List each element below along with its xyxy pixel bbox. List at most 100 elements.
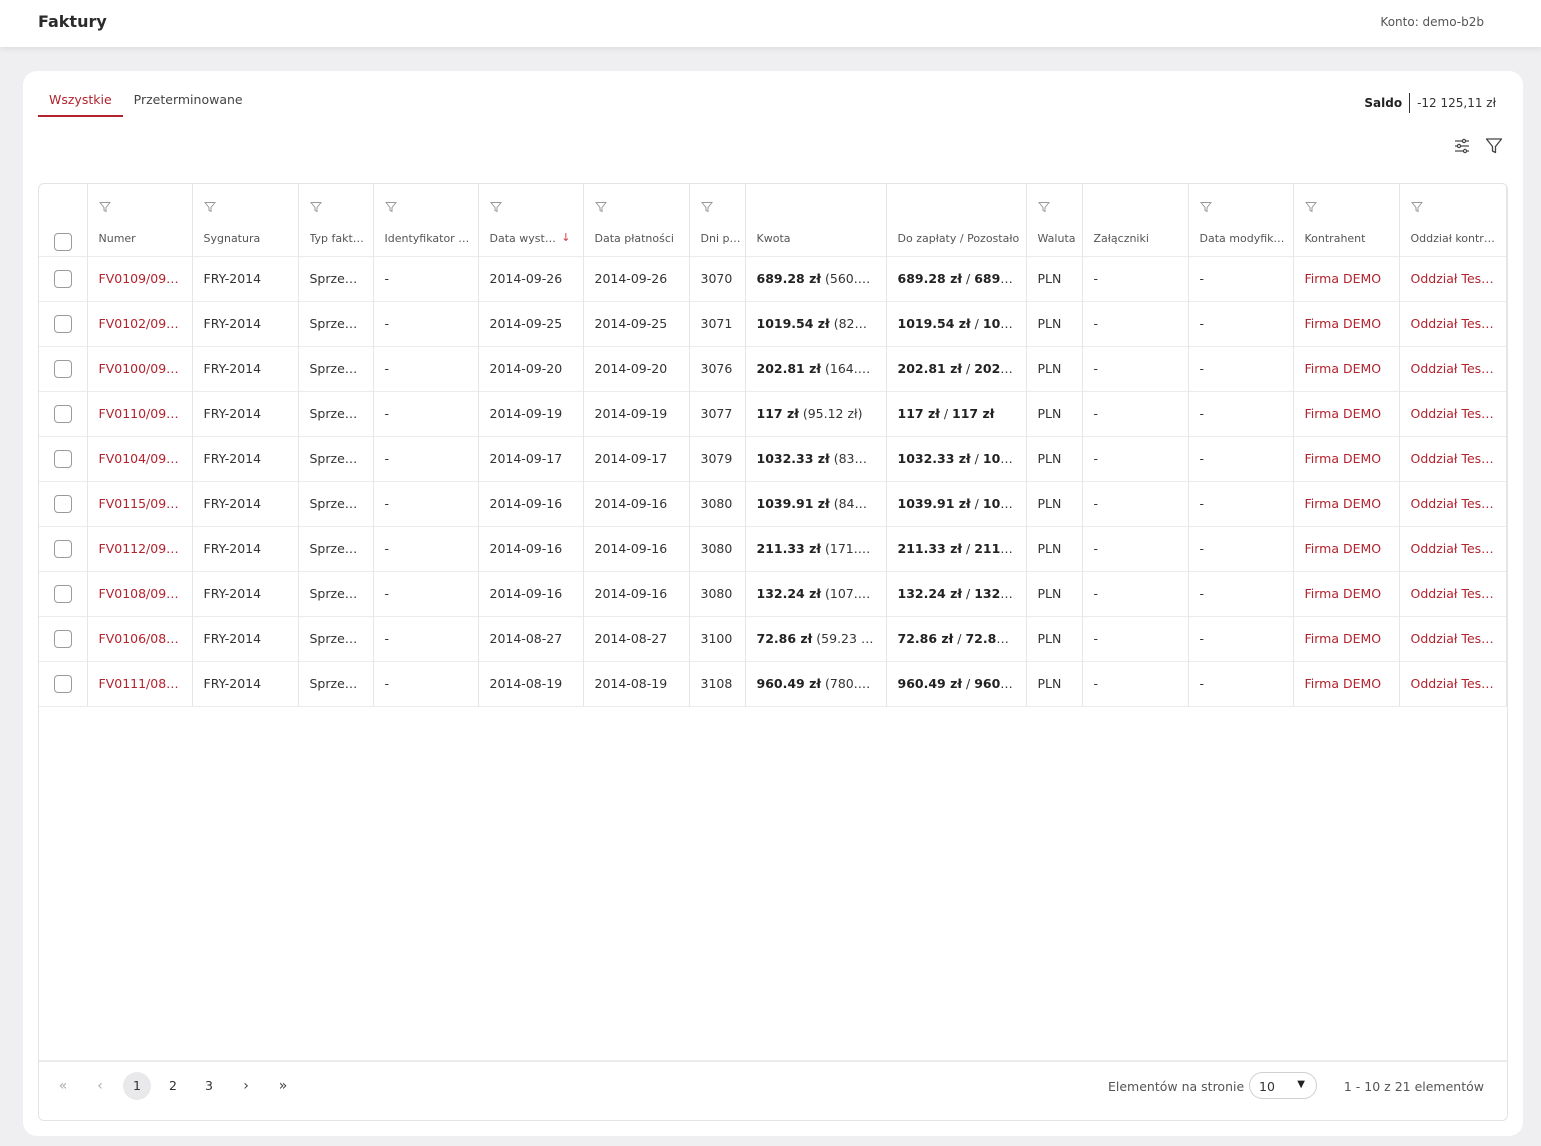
- cell-kontrahent[interactable]: Firma DEMO: [1293, 390, 1400, 436]
- page-2-button[interactable]: 2: [159, 1072, 187, 1100]
- table-row[interactable]: FV0100/09/2014 FRY-2014 Sprzedaż -2014-09-2…: [39, 345, 1507, 391]
- table-row[interactable]: FV0104/09/2014 FRY-2014 Sprzedaż -2014-09-1…: [39, 435, 1507, 481]
- cell-kontrahent[interactable]: Firma DEMO: [1293, 570, 1400, 616]
- cell-do-zaplaty: 689.28 zł / 689.28 zł: [886, 255, 1027, 301]
- col-zalaczniki[interactable]: Załączniki: [1082, 184, 1189, 256]
- table-row[interactable]: FV0110/09/2014 FRY-2014 Sprzedaż -2014-09-1…: [39, 390, 1507, 436]
- column-filter-icon[interactable]: [309, 201, 322, 216]
- col-typ[interactable]: Typ faktury: [298, 184, 374, 256]
- table-row[interactable]: FV0108/09/2014 FRY-2014 Sprzedaż -2014-09-1…: [39, 570, 1507, 616]
- cell-numer[interactable]: FV0109/09/2014: [87, 255, 193, 301]
- col-kontrahent[interactable]: Kontrahent: [1293, 184, 1400, 256]
- col-data-platnosci[interactable]: Data płatności: [583, 184, 690, 256]
- row-checkbox[interactable]: [53, 449, 72, 468]
- col-identyfikator[interactable]: Identyfikator zewnętrzny: [373, 184, 479, 256]
- cell-numer[interactable]: FV0106/08/2014: [87, 615, 193, 661]
- column-filter-icon[interactable]: [203, 201, 216, 216]
- cell-oddzial[interactable]: Oddział Testowy: [1399, 660, 1507, 707]
- table-row[interactable]: FV0109/09/2014 FRY-2014 Sprzedaż -2014-09-2…: [39, 255, 1507, 301]
- gross-amount: 117 zł: [756, 406, 799, 421]
- select-all-cell: [39, 184, 88, 256]
- column-filter-icon[interactable]: [489, 201, 502, 216]
- cell-data-modyfikacji: -: [1188, 615, 1294, 661]
- cell-oddzial[interactable]: Oddział Testowy: [1399, 345, 1507, 391]
- col-oddzial[interactable]: Oddział kontrahenta: [1399, 184, 1507, 256]
- sliders-icon[interactable]: [1452, 136, 1472, 156]
- cell-zalaczniki: -: [1082, 570, 1189, 616]
- cell-kontrahent[interactable]: Firma DEMO: [1293, 435, 1400, 481]
- cell-oddzial[interactable]: Oddział Testowy: [1399, 570, 1507, 616]
- col-numer[interactable]: Numer: [87, 184, 193, 256]
- column-filter-icon[interactable]: [1410, 201, 1423, 216]
- cell-numer[interactable]: FV0102/09/2014: [87, 300, 193, 346]
- cell-kontrahent[interactable]: Firma DEMO: [1293, 255, 1400, 301]
- col-data-modyfikacji[interactable]: Data modyfikacji: [1188, 184, 1294, 256]
- row-checkbox[interactable]: [53, 359, 72, 378]
- per-page-select[interactable]: 10 ▼: [1249, 1072, 1317, 1099]
- row-checkbox[interactable]: [53, 314, 72, 333]
- cell-kontrahent[interactable]: Firma DEMO: [1293, 345, 1400, 391]
- sort-desc-icon[interactable]: ↓: [561, 231, 570, 244]
- last-page-button[interactable]: »: [269, 1072, 297, 1100]
- row-checkbox[interactable]: [53, 494, 72, 513]
- cell-numer[interactable]: FV0111/08/2014: [87, 660, 193, 707]
- column-filter-icon[interactable]: [384, 201, 397, 216]
- cell-kwota: 1032.33 zł (839.29 zł): [745, 435, 887, 481]
- cell-kontrahent[interactable]: Firma DEMO: [1293, 615, 1400, 661]
- tab-all[interactable]: Wszystkie: [38, 89, 123, 117]
- tab-overdue[interactable]: Przeterminowane: [123, 89, 254, 117]
- prev-page-button[interactable]: ‹: [86, 1072, 114, 1100]
- column-filter-icon[interactable]: [1199, 201, 1212, 216]
- column-label: Załączniki: [1093, 232, 1149, 245]
- cell-oddzial[interactable]: Oddział Testowy: [1399, 255, 1507, 301]
- table-row[interactable]: FV0112/09/2014 FRY-2014 Sprzedaż -2014-09-1…: [39, 525, 1507, 571]
- col-kwota[interactable]: Kwota: [745, 184, 887, 256]
- cell-kontrahent[interactable]: Firma DEMO: [1293, 300, 1400, 346]
- filter-icon[interactable]: [1484, 136, 1504, 156]
- column-filter-icon[interactable]: [1037, 201, 1050, 216]
- row-checkbox[interactable]: [53, 404, 72, 423]
- column-filter-icon[interactable]: [98, 201, 111, 216]
- column-label: Waluta: [1037, 232, 1076, 245]
- column-filter-icon[interactable]: [700, 201, 713, 216]
- cell-oddzial[interactable]: Oddział Testowy: [1399, 480, 1507, 526]
- row-checkbox[interactable]: [53, 539, 72, 558]
- next-page-button[interactable]: ›: [232, 1072, 260, 1100]
- table-row[interactable]: FV0115/09/2014 FRY-2014 Sprzedaż -2014-09-1…: [39, 480, 1507, 526]
- cell-numer[interactable]: FV0104/09/2014: [87, 435, 193, 481]
- cell-numer[interactable]: FV0110/09/2014: [87, 390, 193, 436]
- cell-kontrahent[interactable]: Firma DEMO: [1293, 480, 1400, 526]
- cell-oddzial[interactable]: Oddział Testowy: [1399, 300, 1507, 346]
- cell-oddzial[interactable]: Oddział Testowy: [1399, 435, 1507, 481]
- cell-numer[interactable]: FV0115/09/2014: [87, 480, 193, 526]
- table-row[interactable]: FV0106/08/2014 FRY-2014 Sprzedaż -2014-08-2…: [39, 615, 1507, 661]
- cell-numer[interactable]: FV0112/09/2014: [87, 525, 193, 571]
- to-pay-amount: 72.86 zł: [897, 631, 954, 646]
- column-filter-icon[interactable]: [594, 201, 607, 216]
- cell-kontrahent[interactable]: Firma DEMO: [1293, 660, 1400, 707]
- cell-oddzial[interactable]: Oddział Testowy: [1399, 390, 1507, 436]
- col-do-zaplaty[interactable]: Do zapłaty / Pozostało: [886, 184, 1027, 256]
- cell-numer[interactable]: FV0100/09/2014: [87, 345, 193, 391]
- row-checkbox[interactable]: [53, 269, 72, 288]
- col-waluta[interactable]: Waluta: [1026, 184, 1083, 256]
- cell-oddzial[interactable]: Oddział Testowy: [1399, 525, 1507, 571]
- select-all-checkbox[interactable]: [54, 233, 72, 251]
- first-page-button[interactable]: «: [49, 1072, 77, 1100]
- cell-numer[interactable]: FV0108/09/2014: [87, 570, 193, 616]
- page-1-button[interactable]: 1: [123, 1072, 151, 1100]
- cell-kwota: 132.24 zł (107.51 zł): [745, 570, 887, 616]
- page-3-button[interactable]: 3: [195, 1072, 223, 1100]
- cell-kontrahent[interactable]: Firma DEMO: [1293, 525, 1400, 571]
- row-checkbox[interactable]: [53, 674, 72, 693]
- col-sygnatura[interactable]: Sygnatura: [192, 184, 299, 256]
- table-row[interactable]: FV0111/08/2014 FRY-2014 Sprzedaż -2014-08-1…: [39, 660, 1507, 707]
- column-filter-icon[interactable]: [1304, 201, 1317, 216]
- to-pay-amount: 202.81 zł: [897, 361, 963, 376]
- row-checkbox[interactable]: [53, 584, 72, 603]
- col-dni[interactable]: Dni po terminie: [689, 184, 746, 256]
- row-checkbox[interactable]: [53, 629, 72, 648]
- table-row[interactable]: FV0102/09/2014 FRY-2014 Sprzedaż -2014-09-2…: [39, 300, 1507, 346]
- col-data-wystawienia[interactable]: Data wystawienia ↓: [478, 184, 584, 256]
- cell-oddzial[interactable]: Oddział Testowy: [1399, 615, 1507, 661]
